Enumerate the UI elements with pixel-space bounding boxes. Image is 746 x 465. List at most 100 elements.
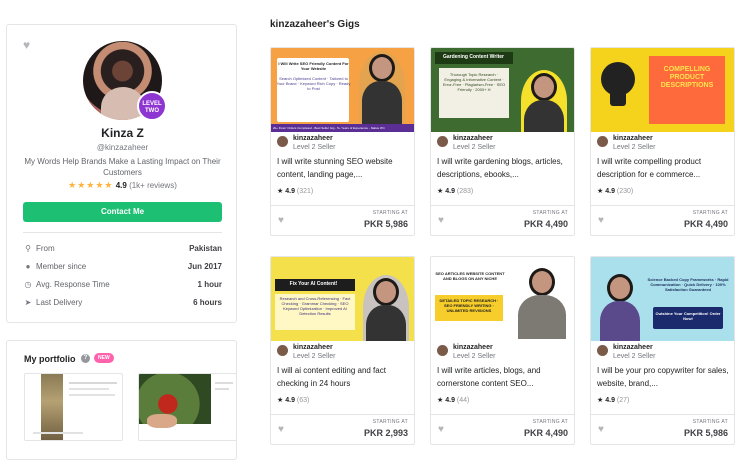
rating-count: (44) <box>456 397 470 404</box>
rating-count: (283) <box>456 188 474 195</box>
gig-banner-title: COMPELLING PRODUCT DESCRIPTIONS <box>660 66 714 89</box>
person-icon: ● <box>25 262 31 271</box>
seller-name[interactable]: kinzazaheer <box>293 135 333 142</box>
gig-rating: ★ 4.9 (27) <box>597 396 629 404</box>
info-row-last-delivery: ➤ Last Delivery 6 hours <box>23 298 222 310</box>
gig-banner-title: SEO ARTICLES WEBSITE CONTENT AND BLOGS O… <box>435 271 505 281</box>
seller-tagline: My Words Help Brands Make a Lasting Impa… <box>24 157 221 177</box>
gig-image[interactable]: COMPELLING PRODUCT DESCRIPTIONS <box>591 48 734 132</box>
divider <box>591 414 734 415</box>
gig-rating: ★ 4.9 (63) <box>277 396 309 404</box>
contact-me-button[interactable]: Contact Me <box>23 202 222 222</box>
gig-image[interactable]: I Will Write SEO Friendly Content For Yo… <box>271 48 414 132</box>
seller-avatar[interactable] <box>277 136 288 147</box>
rating-value: 4.9 <box>285 188 295 195</box>
seller-avatar[interactable] <box>437 136 448 147</box>
rating-value: 4.9 <box>115 181 127 190</box>
gig-price: PKR 5,986 <box>683 428 728 438</box>
divider <box>23 232 222 233</box>
seller-name[interactable]: kinzazaheer <box>293 344 333 351</box>
seller-level: Level 2 Seller <box>453 144 496 151</box>
gig-card[interactable]: SEO ARTICLES WEBSITE CONTENT AND BLOGS O… <box>430 256 575 445</box>
seller-level: Level 2 Seller <box>613 144 656 151</box>
send-icon: ➤ <box>24 298 32 307</box>
gig-card[interactable]: Fix Your AI Content! Research and Cross-… <box>270 256 415 445</box>
starting-at-label: STARTING AT <box>532 419 568 425</box>
divider <box>271 205 414 206</box>
gig-rating: ★ 4.9 (283) <box>437 187 473 195</box>
heart-icon[interactable]: ♥ <box>438 215 444 226</box>
rating-value: 4.9 <box>445 188 455 195</box>
info-value: Jun 2017 <box>187 262 222 271</box>
rating-count: (63) <box>296 397 310 404</box>
clock-icon: ◷ <box>24 280 32 289</box>
info-value: 6 hours <box>193 298 222 307</box>
location-pin-icon: ⚲ <box>25 244 31 253</box>
info-label: Last Delivery <box>36 298 83 307</box>
gig-title[interactable]: I will write articles, blogs, and corner… <box>437 364 570 390</box>
info-label: Avg. Response Time <box>36 280 110 289</box>
rating-count: (230) <box>616 188 634 195</box>
gig-price: PKR 4,490 <box>523 428 568 438</box>
seller-name[interactable]: kinzazaheer <box>613 135 653 142</box>
review-count: (1k+ reviews) <box>129 181 177 190</box>
star-icon: ★ <box>597 397 604 404</box>
heart-icon[interactable]: ♥ <box>598 424 604 435</box>
seller-profile-card: ♥ LEVEL TWO Kinza Z @kinzazaheer My Words… <box>6 24 237 323</box>
heart-icon[interactable]: ♥ <box>278 424 284 435</box>
rating-value: 4.9 <box>605 397 615 404</box>
starting-at-label: STARTING AT <box>372 419 408 425</box>
gig-card[interactable]: Science Backed Copy Frameworks · Rapid C… <box>590 256 735 445</box>
gig-image[interactable]: Fix Your AI Content! Research and Cross-… <box>271 257 414 341</box>
seller-avatar[interactable] <box>597 136 608 147</box>
info-row-response-time: ◷ Avg. Response Time 1 hour <box>23 280 223 292</box>
seller-name[interactable]: Kinza Z <box>7 126 238 140</box>
heart-icon[interactable]: ♥ <box>438 424 444 435</box>
seller-rating: ★★★★★ 4.9 (1k+ reviews) <box>7 180 238 191</box>
star-rating-icon: ★★★★★ <box>68 180 114 190</box>
seller-name[interactable]: kinzazaheer <box>453 135 493 142</box>
portfolio-title: My portfolio <box>24 354 76 364</box>
portfolio-thumbnail[interactable] <box>138 373 237 441</box>
gig-image[interactable]: Science Backed Copy Frameworks · Rapid C… <box>591 257 734 341</box>
portfolio-thumbnail[interactable] <box>24 373 123 441</box>
gig-title[interactable]: I will be your pro copywriter for sales,… <box>597 364 730 390</box>
gig-title[interactable]: I will write stunning SEO website conten… <box>277 155 410 181</box>
seller-avatar[interactable] <box>597 345 608 356</box>
heart-icon[interactable]: ♥ <box>278 215 284 226</box>
divider <box>591 205 734 206</box>
gigs-heading: kinzazaheer's Gigs <box>270 19 360 30</box>
gig-price: PKR 5,986 <box>363 219 408 229</box>
portfolio-section: My portfolio ? NEW <box>6 340 237 460</box>
gig-card[interactable]: I Will Write SEO Friendly Content For Yo… <box>270 47 415 236</box>
heart-icon[interactable]: ♥ <box>23 39 30 51</box>
seller-name[interactable]: kinzazaheer <box>613 344 653 351</box>
gig-image[interactable]: Gardening Content Writer Thorough Topic … <box>431 48 574 132</box>
help-icon[interactable]: ? <box>81 354 90 363</box>
gig-banner-lines: Search Optimized Content · Tailored to Y… <box>276 76 351 91</box>
gig-card[interactable]: Gardening Content Writer Thorough Topic … <box>430 47 575 236</box>
gig-title[interactable]: I will write compelling product descript… <box>597 155 730 181</box>
gig-banner-lines: Research and Cross-Referencing · Fact Ch… <box>279 296 351 316</box>
seller-level: Level 2 Seller <box>453 353 496 360</box>
gig-banner-footer: 2k+ Fiverr Orders Completed - Best Selle… <box>271 124 414 132</box>
divider <box>431 205 574 206</box>
gig-price: PKR 4,490 <box>523 219 568 229</box>
gig-banner-lines: DETAILED TOPIC RESEARCH · SEO FRIENDLY W… <box>439 298 499 313</box>
starting-at-label: STARTING AT <box>692 210 728 216</box>
new-badge: NEW <box>94 353 114 363</box>
gig-title[interactable]: I will write gardening blogs, articles, … <box>437 155 570 181</box>
seller-avatar[interactable] <box>277 345 288 356</box>
seller-avatar[interactable] <box>437 345 448 356</box>
starting-at-label: STARTING AT <box>372 210 408 216</box>
starting-at-label: STARTING AT <box>692 419 728 425</box>
star-icon: ★ <box>597 188 604 195</box>
heart-icon[interactable]: ♥ <box>598 215 604 226</box>
gig-card[interactable]: COMPELLING PRODUCT DESCRIPTIONS kinzazah… <box>590 47 735 236</box>
gig-title[interactable]: I will ai content editing and fact check… <box>277 364 410 390</box>
gig-rating: ★ 4.9 (321) <box>277 187 313 195</box>
star-icon: ★ <box>437 188 444 195</box>
seller-level: Level 2 Seller <box>293 353 336 360</box>
gig-image[interactable]: SEO ARTICLES WEBSITE CONTENT AND BLOGS O… <box>431 257 574 341</box>
seller-name[interactable]: kinzazaheer <box>453 344 493 351</box>
